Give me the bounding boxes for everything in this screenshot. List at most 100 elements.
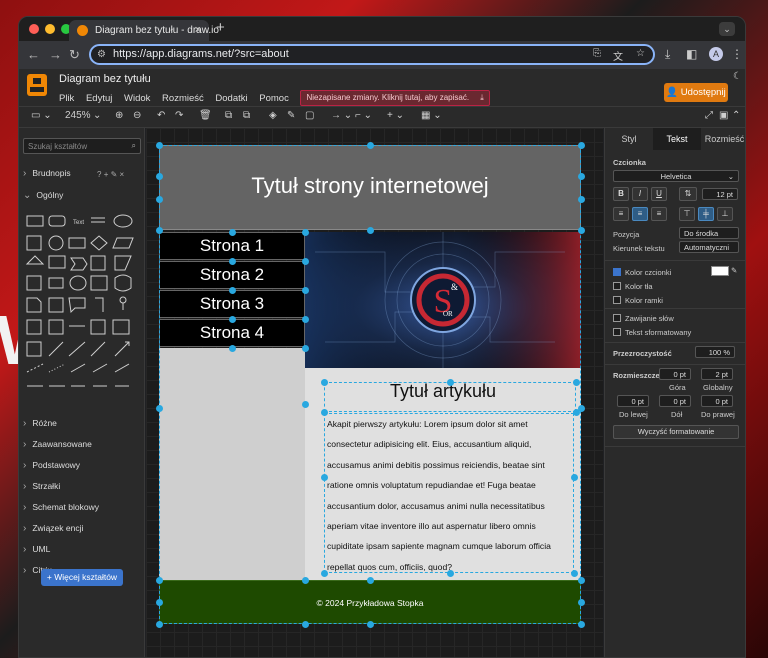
redo-icon[interactable]: ↷ [175, 110, 183, 121]
resize-handle[interactable] [366, 620, 374, 628]
fill-color-icon[interactable]: ◈ [269, 110, 277, 121]
reload-icon[interactable]: ↻ [69, 47, 80, 63]
view-panels-icon[interactable]: ▭ ⌄ [31, 110, 52, 121]
spacing-global-input[interactable]: 2 pt [701, 368, 733, 380]
shadow-icon[interactable]: ▢ [305, 110, 314, 121]
translate-icon[interactable]: 文 [613, 48, 623, 63]
menu-edit[interactable]: Edytuj [86, 93, 112, 104]
close-window-button[interactable] [29, 24, 39, 34]
resize-handle[interactable] [155, 576, 163, 584]
menu-view[interactable]: Widok [124, 93, 150, 104]
formatted-text-checkbox[interactable] [613, 328, 621, 336]
word-wrap-checkbox[interactable] [613, 314, 621, 322]
help-icon[interactable]: ? [97, 170, 101, 179]
align-right-icon[interactable]: ≡ [651, 207, 667, 221]
section-entity-relation[interactable]: Związek encji [23, 523, 83, 534]
font-color-checkbox[interactable] [613, 268, 621, 276]
resize-handle[interactable] [228, 228, 236, 236]
general-shapes-palette[interactable]: Text [25, 214, 139, 394]
resize-handle[interactable] [301, 344, 309, 352]
section-misc[interactable]: Różne [23, 418, 57, 429]
align-left-icon[interactable]: ≡ [613, 207, 629, 221]
resize-handle[interactable] [577, 598, 585, 606]
resize-handle[interactable] [301, 576, 309, 584]
minimize-window-button[interactable] [45, 24, 55, 34]
bold-button[interactable]: B [613, 187, 629, 201]
resize-handle[interactable] [446, 378, 454, 386]
resize-handle[interactable] [572, 378, 580, 386]
resize-handle[interactable] [155, 141, 163, 149]
section-flowchart[interactable]: Schemat blokowy [23, 502, 99, 513]
resize-handle[interactable] [366, 141, 374, 149]
resize-handle[interactable] [320, 569, 328, 577]
side-panel-icon[interactable]: ◧ [686, 47, 697, 61]
section-basic[interactable]: Podstawowy [23, 460, 80, 471]
more-shapes-button[interactable]: + Więcej kształtów [41, 569, 123, 586]
connection-icon[interactable]: → ⌄ [331, 110, 352, 121]
bookmark-star-icon[interactable]: ☆ [636, 48, 645, 59]
text-direction-select[interactable]: Automatyczni [679, 241, 739, 253]
line-color-icon[interactable]: ✎ [287, 110, 295, 121]
zoom-in-icon[interactable]: ⊕ [115, 110, 123, 121]
resize-handle[interactable] [301, 228, 309, 236]
resize-handle[interactable] [577, 226, 585, 234]
opacity-input[interactable]: 100 % [695, 346, 735, 358]
spacing-left-input[interactable]: 0 pt [617, 395, 649, 407]
tab-search-icon[interactable]: ⌄ [719, 22, 735, 36]
resize-handle[interactable] [155, 226, 163, 234]
menu-help[interactable]: Pomoc [259, 93, 289, 104]
shape-search-input[interactable]: Szukaj kształtów ⌕ [23, 138, 141, 154]
tab-style[interactable]: Styl [605, 128, 653, 150]
spacing-top-input[interactable]: 0 pt [659, 368, 691, 380]
align-middle-icon[interactable]: ╪ [698, 207, 714, 221]
waypoints-icon[interactable]: ⌐ ⌄ [355, 110, 372, 121]
diagram-canvas[interactable]: Tytuł strony internetowej Strona 1 Stron… [146, 128, 603, 657]
spacing-bottom-input[interactable]: 0 pt [659, 395, 691, 407]
resize-handle[interactable] [570, 473, 578, 481]
resize-handle[interactable] [577, 195, 585, 203]
font-color-swatch[interactable] [711, 266, 729, 276]
resize-handle[interactable] [577, 576, 585, 584]
resize-handle[interactable] [155, 195, 163, 203]
search-icon[interactable]: ⌕ [132, 141, 136, 151]
resize-handle[interactable] [155, 404, 163, 412]
add-icon[interactable]: + [104, 170, 109, 179]
menu-extras[interactable]: Dodatki [215, 93, 247, 104]
section-scratchpad[interactable]: Brudnopis [23, 168, 70, 179]
underline-button[interactable]: U [651, 187, 667, 201]
resize-handle[interactable] [320, 473, 328, 481]
resize-handle[interactable] [301, 315, 309, 323]
site-info-icon[interactable]: ⚙ [97, 49, 106, 60]
undo-icon[interactable]: ↶ [157, 110, 165, 121]
close-tab-icon[interactable]: × [195, 24, 201, 36]
install-app-icon[interactable]: ⎘ [593, 48, 601, 59]
resize-handle[interactable] [301, 257, 309, 265]
unsaved-changes-button[interactable]: Niezapisane zmiany. Kliknij tutaj, aby z… [300, 90, 490, 106]
resize-handle[interactable] [155, 598, 163, 606]
forward-icon[interactable]: → [49, 47, 62, 62]
edit-icon[interactable]: ✎ [111, 170, 118, 179]
resize-handle[interactable] [366, 226, 374, 234]
resize-handle[interactable] [155, 172, 163, 180]
resize-handle[interactable] [577, 620, 585, 628]
insert-icon[interactable]: + ⌄ [387, 110, 404, 121]
section-uml[interactable]: UML [23, 544, 50, 555]
fullscreen-icon[interactable]: ⤢ [705, 110, 713, 121]
resize-handle[interactable] [577, 172, 585, 180]
resize-handle[interactable] [320, 378, 328, 386]
zoom-out-icon[interactable]: ⊖ [133, 110, 141, 121]
to-back-icon[interactable]: ⧉ [243, 110, 250, 121]
resize-handle[interactable] [228, 344, 236, 352]
menu-file[interactable]: Plik [59, 93, 74, 104]
share-button[interactable]: 👤 Udostępnij [664, 83, 728, 102]
format-panel-icon[interactable]: ▣ [719, 110, 728, 121]
resize-handle[interactable] [301, 400, 309, 408]
tab-arrange[interactable]: Rozmieść [701, 128, 745, 150]
theme-toggle-icon[interactable]: ☾ [733, 71, 742, 82]
section-arrows[interactable]: Strzałki [23, 481, 60, 492]
clear-formatting-button[interactable]: Wyczyść formatowanie [613, 425, 739, 439]
resize-handle[interactable] [301, 620, 309, 628]
resize-handle[interactable] [577, 141, 585, 149]
border-color-checkbox[interactable] [613, 296, 621, 304]
url-field[interactable]: ⚙ https://app.diagrams.net/?src=about ⎘ … [89, 44, 655, 65]
